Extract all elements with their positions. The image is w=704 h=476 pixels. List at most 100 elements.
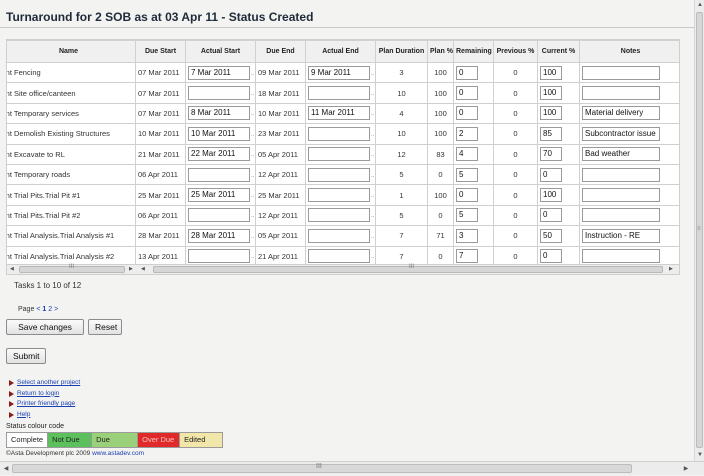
current-pct-input[interactable]: 0 [540,167,562,182]
actual-start-input[interactable]: 10 Mar 2011 [188,126,250,141]
scroll-left-icon[interactable]: ◀ [10,265,14,274]
col-header-plan-pct[interactable]: Plan % [427,40,454,63]
notes-input[interactable] [582,208,660,223]
actual-end-input[interactable] [308,208,370,223]
current-pct-input[interactable]: 0 [540,208,562,223]
actual-end-input[interactable]: 9 Mar 2011 [308,65,370,80]
scroll-right-icon[interactable]: ▶ [669,265,673,274]
actual-start-input[interactable] [188,167,250,182]
page-horizontal-scrollbar[interactable]: ◀ III ▶ [0,461,704,475]
date-picker-icon[interactable]: .. [371,111,374,117]
pager-prev-link[interactable]: < [36,306,40,313]
scroll-up-icon[interactable]: ▲ [695,0,704,10]
astadev-link[interactable]: www.astadev.com [92,450,144,457]
remaining-input[interactable]: 3 [456,228,478,243]
date-picker-icon[interactable]: .. [251,213,254,219]
actual-start-input[interactable]: 22 Mar 2011 [188,147,250,162]
col-header-notes[interactable]: Notes [579,40,679,63]
pager-page-2[interactable]: 2 [48,306,52,313]
actual-end-input[interactable] [308,249,370,264]
current-pct-input[interactable]: 100 [540,65,562,80]
date-picker-icon[interactable]: .. [251,71,254,77]
remaining-input[interactable]: 0 [456,65,478,80]
date-picker-icon[interactable]: .. [251,91,254,97]
scroll-left-icon[interactable]: ◀ [141,265,145,274]
horizontal-scroll-thumb[interactable] [12,464,632,473]
submit-button[interactable]: Submit [6,348,46,364]
actual-end-input[interactable] [308,188,370,203]
date-picker-icon[interactable]: .. [371,234,374,240]
remaining-input[interactable]: 0 [456,106,478,121]
actual-start-input[interactable] [188,86,250,101]
actual-end-input[interactable] [308,228,370,243]
remaining-input[interactable]: 0 [456,86,478,101]
save-changes-button[interactable]: Save changes [6,319,84,335]
reset-button[interactable]: Reset [88,319,122,335]
pager-page-1[interactable]: 1 [42,306,46,313]
actual-end-input[interactable]: 11 Mar 2011 [308,106,370,121]
date-picker-icon[interactable]: .. [251,234,254,240]
date-picker-icon[interactable]: .. [371,193,374,199]
notes-input[interactable]: Bad weather [582,147,660,162]
date-picker-icon[interactable]: .. [371,213,374,219]
current-pct-input[interactable]: 100 [540,106,562,121]
current-pct-input[interactable]: 0 [540,249,562,264]
select-project-link[interactable]: Select another project [8,379,80,390]
help-link[interactable]: Help [8,411,80,422]
date-picker-icon[interactable]: .. [371,71,374,77]
actual-end-input[interactable] [308,86,370,101]
current-pct-input[interactable]: 50 [540,228,562,243]
date-picker-icon[interactable]: .. [251,254,254,260]
date-picker-icon[interactable]: .. [371,132,374,138]
scroll-right-icon[interactable]: ▶ [129,265,133,274]
date-picker-icon[interactable]: .. [371,173,374,179]
actual-start-input[interactable] [188,208,250,223]
current-pct-input[interactable]: 85 [540,126,562,141]
notes-input[interactable] [582,65,660,80]
page-vertical-scrollbar[interactable]: ▲ ≡ ▼ [694,0,704,461]
col-header-previous-pct[interactable]: Previous % [493,40,538,63]
remaining-input[interactable]: 4 [456,147,478,162]
scroll-left-icon[interactable]: ◀ [0,462,12,476]
notes-input[interactable]: Subcontractor issue [582,126,660,141]
date-picker-icon[interactable]: .. [251,132,254,138]
remaining-input[interactable]: 0 [456,188,478,203]
date-picker-icon[interactable]: .. [371,91,374,97]
remaining-input[interactable]: 2 [456,126,478,141]
remaining-input[interactable]: 7 [456,249,478,264]
current-pct-input[interactable]: 70 [540,147,562,162]
actual-start-input[interactable]: 8 Mar 2011 [188,106,250,121]
actual-start-input[interactable]: 7 Mar 2011 [188,65,250,80]
remaining-input[interactable]: 5 [456,208,478,223]
date-picker-icon[interactable]: .. [371,254,374,260]
actual-end-input[interactable] [308,126,370,141]
remaining-input[interactable]: 5 [456,167,478,182]
date-picker-icon[interactable]: .. [251,193,254,199]
col-header-plan-duration[interactable]: Plan Duration [375,40,428,63]
col-header-name[interactable]: Name [7,40,136,63]
actual-start-input[interactable]: 28 Mar 2011 [188,228,250,243]
current-pct-input[interactable]: 100 [540,188,562,203]
notes-input[interactable] [582,188,660,203]
scroll-down-icon[interactable]: ▼ [695,450,704,460]
notes-input[interactable]: Material delivery [582,106,660,121]
actual-start-input[interactable] [188,249,250,264]
actual-end-input[interactable] [308,147,370,162]
col-header-actual-end[interactable]: Actual End [305,40,376,63]
notes-input[interactable] [582,249,660,264]
notes-input[interactable] [582,86,660,101]
col-header-due-start[interactable]: Due Start [135,40,186,63]
actual-end-input[interactable] [308,167,370,182]
return-to-login-link[interactable]: Return to login [8,390,80,401]
col-header-current-pct[interactable]: Current % [537,40,580,63]
date-picker-icon[interactable]: .. [251,111,254,117]
col-header-due-end[interactable]: Due End [255,40,306,63]
notes-input[interactable]: Instruction - RE [582,228,660,243]
col-header-actual-start[interactable]: Actual Start [185,40,256,63]
scroll-right-icon[interactable]: ▶ [680,462,692,476]
date-picker-icon[interactable]: .. [251,152,254,158]
date-picker-icon[interactable]: .. [371,152,374,158]
printer-friendly-link[interactable]: Printer friendly page [8,400,80,411]
date-picker-icon[interactable]: .. [251,173,254,179]
pager-next-link[interactable]: > [54,306,58,313]
